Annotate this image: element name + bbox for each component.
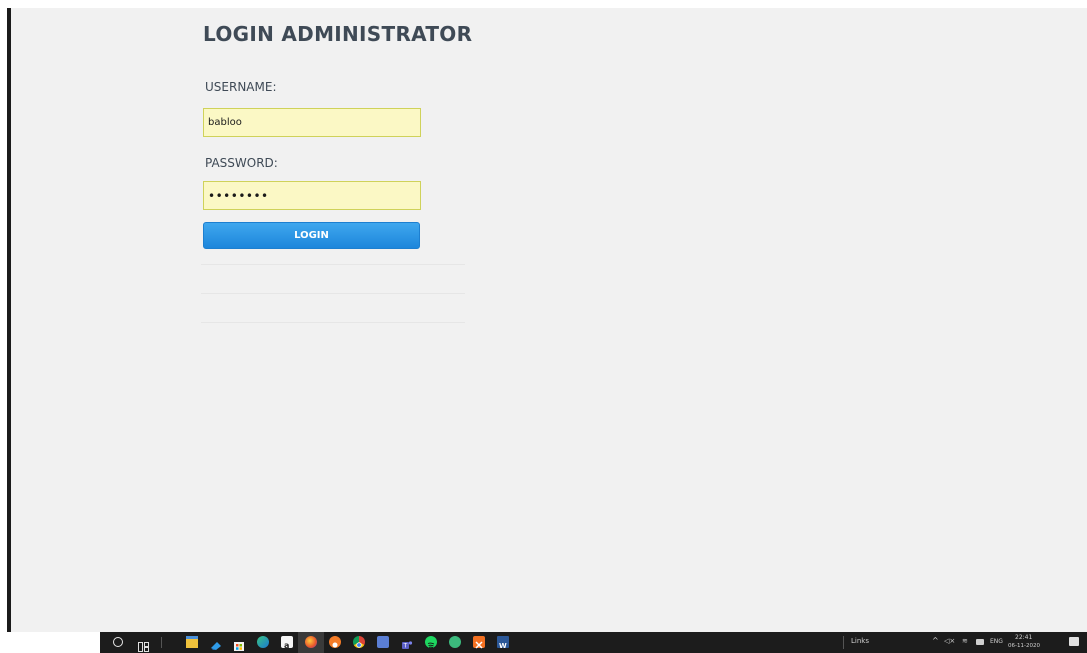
media-player-icon[interactable] <box>210 636 222 650</box>
brave-icon[interactable] <box>329 636 341 648</box>
notifications-icon[interactable] <box>1069 637 1079 646</box>
task-view-icon[interactable] <box>138 637 149 652</box>
spotify-icon[interactable] <box>425 636 437 649</box>
volume-icon[interactable]: ◁× <box>944 637 955 645</box>
login-button[interactable]: LOGIN <box>203 222 420 249</box>
word-icon[interactable]: W <box>497 636 509 650</box>
browser-viewport: LOGIN ADMINISTRATOR USERNAME: PASSWORD: … <box>11 8 1087 632</box>
network-icon[interactable]: ≋ <box>962 637 968 645</box>
clock-time[interactable]: 22:41 <box>1015 634 1032 641</box>
firefox-icon[interactable] <box>305 636 317 648</box>
svg-text:a: a <box>284 641 289 650</box>
username-input[interactable] <box>203 108 421 137</box>
store-icon[interactable] <box>233 636 245 651</box>
screen: LOGIN ADMINISTRATOR USERNAME: PASSWORD: … <box>0 0 1087 653</box>
page-title: LOGIN ADMINISTRATOR <box>203 22 473 46</box>
taskbar-separator <box>161 637 162 648</box>
divider <box>201 264 465 265</box>
battery-icon[interactable] <box>976 639 984 645</box>
search-icon[interactable] <box>113 637 123 647</box>
clock-date[interactable]: 06-11-2020 <box>1008 643 1040 649</box>
chrome-icon[interactable] <box>353 636 365 648</box>
taskbar: a T W Links ^ ◁× ≋ ENG 22:41 06-11-2020 <box>100 632 1087 653</box>
divider <box>201 322 465 323</box>
language-indicator[interactable]: ENG <box>990 638 1003 645</box>
password-label: PASSWORD: <box>205 156 278 170</box>
file-explorer-icon[interactable] <box>186 636 198 648</box>
svg-text:T: T <box>403 643 408 650</box>
svg-text:W: W <box>499 642 507 650</box>
toolbar-separator <box>843 636 844 649</box>
password-input[interactable] <box>203 181 421 210</box>
xampp-icon[interactable] <box>473 636 485 649</box>
username-label: USERNAME: <box>205 80 277 94</box>
chevron-up-icon[interactable]: ^ <box>932 636 939 645</box>
chat-icon[interactable] <box>377 636 389 648</box>
amazon-icon[interactable]: a <box>281 636 293 650</box>
browser-icon[interactable] <box>449 636 461 648</box>
login-panel: LOGIN ADMINISTRATOR USERNAME: PASSWORD: … <box>201 20 475 323</box>
teams-icon[interactable]: T <box>401 636 413 650</box>
divider <box>201 293 465 294</box>
links-toolbar[interactable]: Links <box>851 637 869 645</box>
edge-icon[interactable] <box>257 636 269 648</box>
